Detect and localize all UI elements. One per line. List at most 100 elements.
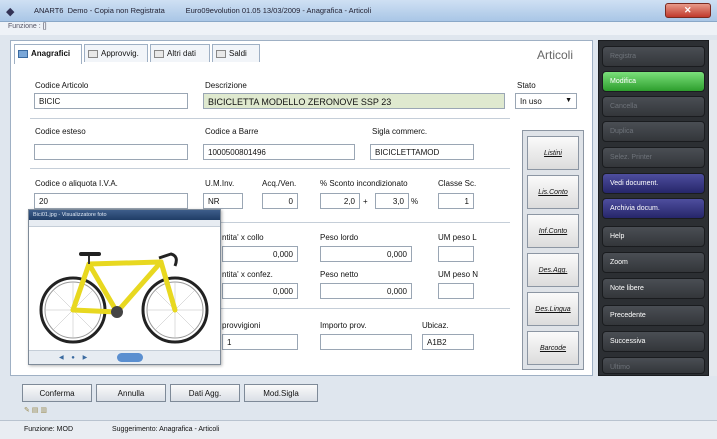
des-agg-button[interactable]: Des.Agg. xyxy=(527,253,579,287)
ubicaz-label: Ubicaz. xyxy=(422,321,449,330)
um-inv-field[interactable]: NR xyxy=(203,193,243,209)
vedi-document-button[interactable]: Vedi document. xyxy=(602,173,705,194)
qta-collo-field[interactable]: 0,000 xyxy=(222,246,298,262)
dati-agg-button[interactable]: Dati Agg. xyxy=(170,384,240,402)
des-lingua-button[interactable]: Des.Lingua xyxy=(527,292,579,326)
codice-barre-field[interactable]: 1000500801496 xyxy=(203,144,355,160)
peso-lordo-field[interactable]: 0,000 xyxy=(320,246,412,262)
precedente-button[interactable]: Precedente xyxy=(602,305,705,326)
qta-collo-label: ntita' x collo xyxy=(222,233,264,242)
cancella-button[interactable]: Cancella xyxy=(602,96,705,117)
tab-saldi[interactable]: Saldi xyxy=(212,44,260,62)
tab-label: Approvvig. xyxy=(101,49,139,58)
classe-sc-label: Classe Sc. xyxy=(438,179,477,188)
sconto1-field[interactable]: 2,0 xyxy=(320,193,360,209)
barcode-button[interactable]: Barcode xyxy=(527,331,579,365)
archivia-docum-button[interactable]: Archivia docum. xyxy=(602,198,705,219)
codice-articolo-field[interactable]: BICIC xyxy=(34,93,188,109)
codice-iva-label: Codice o aliquota I.V.A. xyxy=(35,179,118,188)
sconto2-field[interactable]: 3,0 xyxy=(375,193,409,209)
window-title: ANART6 Demo - Copia non Registrata Euro0… xyxy=(34,6,372,15)
stato-label: Stato xyxy=(517,81,536,90)
tab-approvvig[interactable]: Approvvig. xyxy=(84,44,148,62)
acq-ven-label: Acq./Ven. xyxy=(262,179,297,188)
descrizione-field[interactable]: BICICLETTA MODELLO ZERONOVE SSP 23 xyxy=(203,93,505,109)
um-peso-n-label: UM peso N xyxy=(438,270,479,279)
menu-bar: Funzione : [] xyxy=(0,22,717,35)
duplica-button[interactable]: Duplica xyxy=(602,121,705,142)
lis-conto-button[interactable]: Lis.Conto xyxy=(527,175,579,209)
mod-sigla-button[interactable]: Mod.Sigla xyxy=(244,384,318,402)
provvigioni-field[interactable]: 1 xyxy=(222,334,298,350)
classe-sc-field[interactable]: 1 xyxy=(438,193,474,209)
codice-articolo-label: Codice Articolo xyxy=(35,81,89,90)
window-controls[interactable]: ✕ xyxy=(665,3,711,18)
bicycle-image xyxy=(29,228,220,352)
codice-esteso-label: Codice esteso xyxy=(35,127,86,136)
ubicaz-field[interactable]: A1B2 xyxy=(422,334,474,350)
tab-label: Saldi xyxy=(229,49,247,58)
descrizione-label: Descrizione xyxy=(205,81,247,90)
conferma-button[interactable]: Conferma xyxy=(22,384,92,402)
mini-tools-icons[interactable]: ✎ ▤ ▥ xyxy=(24,406,47,414)
folder-icon xyxy=(154,50,164,58)
close-icon[interactable]: ✕ xyxy=(684,5,692,16)
inf-conto-button[interactable]: Inf.Conto xyxy=(527,214,579,248)
play-slideshow-button[interactable] xyxy=(117,353,143,362)
provvigioni-label: provvigioni xyxy=(222,321,261,330)
codice-esteso-field[interactable] xyxy=(34,144,188,160)
help-button[interactable]: Help xyxy=(602,226,705,247)
scrollbar[interactable] xyxy=(709,40,717,376)
title-bar: ◆ ANART6 Demo - Copia non Registrata Eur… xyxy=(0,0,717,22)
image-viewer-controls[interactable]: ◀ ● ▶ xyxy=(29,350,220,364)
folder-icon xyxy=(88,50,98,58)
status-suggerimento: Suggerimento: Anagrafica - Articoli xyxy=(112,426,220,433)
sconto-plus-label: + xyxy=(363,197,368,206)
app-icon: ◆ xyxy=(6,6,15,18)
section-title: Articoli xyxy=(537,48,574,62)
importo-prov-field[interactable] xyxy=(320,334,412,350)
chevron-down-icon: ▼ xyxy=(565,97,572,104)
status-bar: Funzione: MOD Suggerimento: Anagrafica -… xyxy=(0,420,717,439)
codice-barre-label: Codice a Barre xyxy=(205,127,259,136)
sigla-commerc-field[interactable]: BICICLETTAMOD xyxy=(370,144,474,160)
menu-funzione[interactable]: Funzione : [] xyxy=(8,23,47,30)
image-viewer-window[interactable]: Bici01.jpg - Visualizzatore foto ◀ ● ▶ xyxy=(28,209,221,365)
tab-altri-dati[interactable]: Altri dati xyxy=(150,44,210,62)
zoom-button[interactable]: Zoom xyxy=(602,252,705,273)
modifica-button[interactable]: Modifica xyxy=(602,71,705,92)
registra-button[interactable]: Registra xyxy=(602,46,705,67)
command-panel: Registra Modifica Cancella Duplica Selez… xyxy=(598,40,709,376)
image-viewer-toolbar[interactable] xyxy=(29,220,220,227)
note-libere-button[interactable]: Note libere xyxy=(602,278,705,299)
ultimo-button[interactable]: Ultimo xyxy=(602,357,705,374)
application-window: ◆ ANART6 Demo - Copia non Registrata Eur… xyxy=(0,0,717,439)
navigation-icons[interactable]: ◀ ● ▶ xyxy=(59,354,90,361)
sconto-label: % Sconto incondizionato xyxy=(320,179,408,188)
peso-lordo-label: Peso lordo xyxy=(320,233,359,242)
sigla-commerc-label: Sigla commerc. xyxy=(372,127,428,136)
codice-iva-field[interactable]: 20 xyxy=(34,193,188,209)
sconto-pct-label: % xyxy=(411,197,419,206)
side-button-group: Listini Lis.Conto Inf.Conto Des.Agg. Des… xyxy=(522,130,584,370)
listini-button[interactable]: Listini xyxy=(527,136,579,170)
folder-icon xyxy=(216,50,226,58)
selez-printer-button[interactable]: Selez. Printer xyxy=(602,147,705,168)
annulla-button[interactable]: Annulla xyxy=(96,384,166,402)
qta-confez-label: ntita' x confez. xyxy=(222,270,273,279)
qta-confez-field[interactable]: 0,000 xyxy=(222,283,298,299)
um-peso-l-field[interactable] xyxy=(438,246,474,262)
folder-icon xyxy=(18,50,28,58)
tab-label: Anagrafici xyxy=(31,49,71,58)
divider xyxy=(30,118,510,119)
peso-netto-field[interactable]: 0,000 xyxy=(320,283,412,299)
peso-netto-label: Peso netto xyxy=(320,270,359,279)
acq-ven-field[interactable]: 0 xyxy=(262,193,298,209)
um-inv-label: U.M.Inv. xyxy=(205,179,235,188)
um-peso-l-label: UM peso L xyxy=(438,233,477,242)
tab-label: Altri dati xyxy=(167,49,196,58)
successiva-button[interactable]: Successiva xyxy=(602,331,705,352)
stato-select[interactable]: In uso ▼ xyxy=(515,93,577,109)
um-peso-n-field[interactable] xyxy=(438,283,474,299)
tab-anagrafici[interactable]: Anagrafici xyxy=(14,44,82,64)
